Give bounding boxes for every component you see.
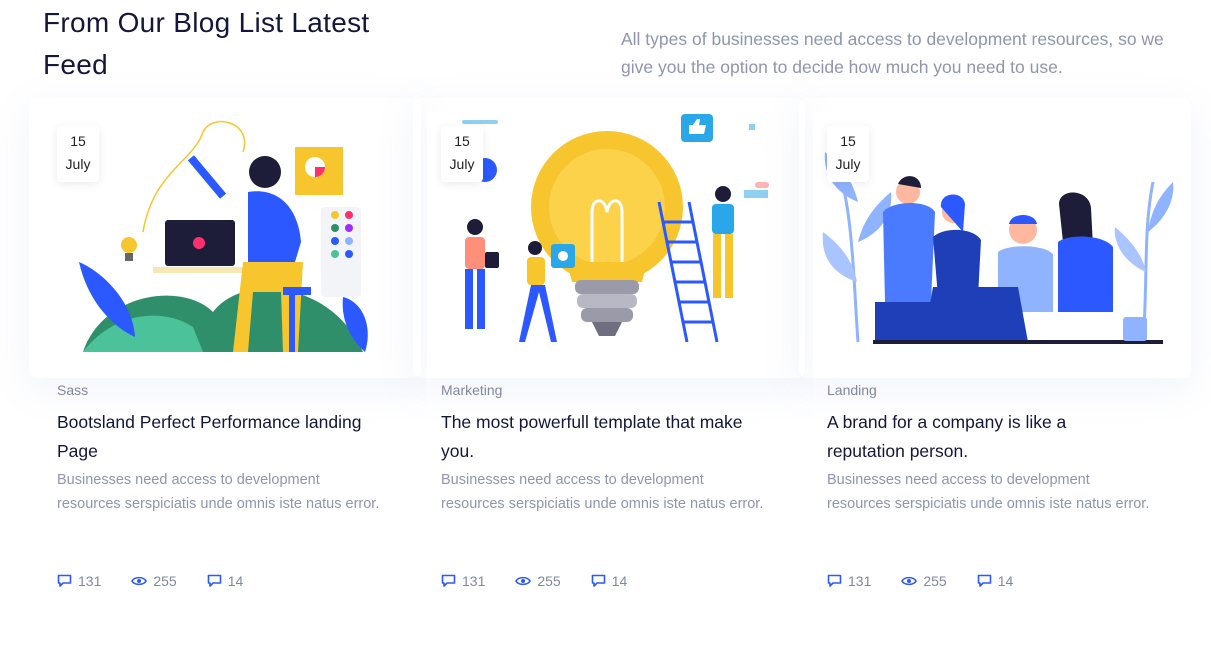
views-stat[interactable]: 255 [901,573,947,589]
date-badge: 15 July [827,126,869,182]
date-day: 15 [454,133,470,149]
comments-stat[interactable]: 131 [827,573,871,589]
post-category[interactable]: Sass [57,382,88,398]
views-count: 255 [923,573,947,589]
comments-count: 131 [78,573,102,589]
comment-icon [977,574,992,587]
comment-icon [207,574,222,587]
views-stat[interactable]: 255 [515,573,561,589]
shares-stat[interactable]: 14 [591,573,628,589]
post-category[interactable]: Landing [827,382,877,398]
date-day: 15 [70,133,86,149]
blog-card[interactable]: 15 July Marketing The most powerfull tem… [427,112,791,600]
blog-card[interactable]: 15 July Sass Bootsland Perfect Performan… [43,112,407,600]
comment-icon [827,574,842,587]
date-day: 15 [840,133,856,149]
eye-icon [901,576,918,586]
shares-count: 14 [997,573,1014,589]
views-count: 255 [153,573,177,589]
views-count: 255 [537,573,561,589]
post-title[interactable]: The most powerfull template that make yo… [441,408,761,465]
shares-stat[interactable]: 14 [207,573,244,589]
blog-image[interactable]: 15 July [43,112,407,352]
post-excerpt: Businesses need access to development re… [57,472,380,512]
eye-icon [131,576,148,586]
views-stat[interactable]: 255 [131,573,177,589]
blog-card[interactable]: 15 July Landing A brand for a company is… [813,112,1177,600]
comment-icon [591,574,606,587]
shares-count: 14 [227,573,244,589]
section-title: From Our Blog List Latest Feed [43,7,370,80]
comments-count: 131 [462,573,486,589]
shares-stat[interactable]: 14 [977,573,1014,589]
date-month: July [835,156,861,172]
date-badge: 15 July [57,126,99,182]
post-meta: 131 255 14 [441,571,657,591]
comment-icon [441,574,456,587]
post-meta: 131 255 14 [827,571,1043,591]
comments-stat[interactable]: 131 [441,573,485,589]
post-category[interactable]: Marketing [441,382,502,398]
post-excerpt: Businesses need access to development re… [827,472,1150,512]
date-month: July [65,156,91,172]
post-title[interactable]: Bootsland Perfect Performance landing Pa… [57,408,377,465]
comments-stat[interactable]: 131 [57,573,101,589]
comments-count: 131 [848,573,872,589]
date-badge: 15 July [441,126,483,182]
shares-count: 14 [611,573,628,589]
comment-icon [57,574,72,587]
post-meta: 131 255 14 [57,571,273,591]
date-month: July [449,156,475,172]
post-title[interactable]: A brand for a company is like a reputati… [827,408,1147,465]
post-excerpt: Businesses need access to development re… [441,472,764,512]
blog-image[interactable]: 15 July [427,112,791,352]
section-description: All types of businesses need access to d… [621,29,1164,77]
eye-icon [515,576,532,586]
blog-image[interactable]: 15 July [813,112,1177,352]
